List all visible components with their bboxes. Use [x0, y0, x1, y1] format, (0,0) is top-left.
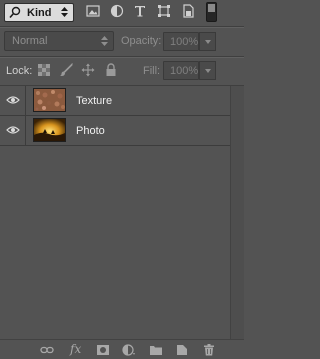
type-filter-icon[interactable] [133, 4, 149, 20]
search-icon [9, 6, 21, 22]
new-layer-icon[interactable] [175, 344, 189, 356]
adjustment-filter-icon[interactable] [110, 4, 126, 20]
filter-bar: Kind [0, 0, 244, 26]
fx-icon[interactable]: fx [70, 342, 81, 356]
fill-input[interactable]: 100% [163, 61, 199, 80]
layer-name: Photo [76, 125, 105, 137]
filter-toggle[interactable] [206, 2, 217, 22]
image-filter-icon[interactable] [86, 4, 102, 20]
link-layers-icon[interactable] [40, 344, 54, 356]
opacity-input[interactable]: 100% [163, 32, 199, 51]
chevron-updown-icon [61, 5, 68, 19]
layer-row-photo[interactable]: Photo [0, 116, 230, 146]
fill-label: Fill: [143, 65, 161, 77]
shape-filter-icon[interactable] [157, 4, 173, 20]
blend-mode-label: Normal [12, 35, 48, 47]
blend-mode-select[interactable]: Normal [4, 31, 114, 51]
opacity-label: Opacity: [121, 35, 162, 47]
divider [0, 57, 244, 58]
layer-row-texture[interactable]: Texture [0, 86, 230, 116]
chevron-updown-icon [101, 34, 108, 48]
eye-icon [6, 95, 20, 105]
filter-kind-label: Kind [27, 7, 52, 19]
visibility-toggle[interactable] [0, 86, 26, 115]
layer-mask-icon[interactable] [96, 344, 110, 356]
layers-panel: Kind Normal Opacity: 100% Lock: Fill: 10… [0, 0, 244, 359]
bottom-toolbar: fx [0, 339, 244, 359]
delete-layer-icon[interactable] [202, 344, 216, 356]
opacity-dropdown-button[interactable] [199, 32, 216, 51]
lock-label: Lock: [6, 65, 33, 77]
divider [0, 27, 244, 28]
chevron-down-icon [205, 40, 211, 44]
filter-toggle-knob [208, 4, 215, 12]
fill-value: 100% [170, 65, 199, 77]
smart-object-filter-icon[interactable] [181, 4, 197, 20]
new-group-icon[interactable] [149, 344, 163, 356]
layer-thumbnail-photo [33, 118, 66, 142]
lock-transparent-pixels-icon[interactable] [37, 63, 51, 77]
chevron-down-icon [205, 69, 211, 73]
layer-name: Texture [76, 95, 113, 107]
opacity-value: 100% [170, 36, 199, 48]
lock-all-icon[interactable] [104, 63, 118, 77]
layer-thumbnail-texture [33, 88, 66, 112]
filter-kind-select[interactable]: Kind [4, 3, 74, 22]
lock-image-pixels-icon[interactable] [59, 63, 73, 77]
fill-dropdown-button[interactable] [199, 61, 216, 80]
lock-position-icon[interactable] [81, 63, 95, 77]
visibility-toggle[interactable] [0, 116, 26, 145]
scrollbar-track[interactable] [230, 86, 244, 339]
eye-icon [6, 125, 20, 135]
adjustment-layer-icon[interactable] [122, 344, 136, 356]
